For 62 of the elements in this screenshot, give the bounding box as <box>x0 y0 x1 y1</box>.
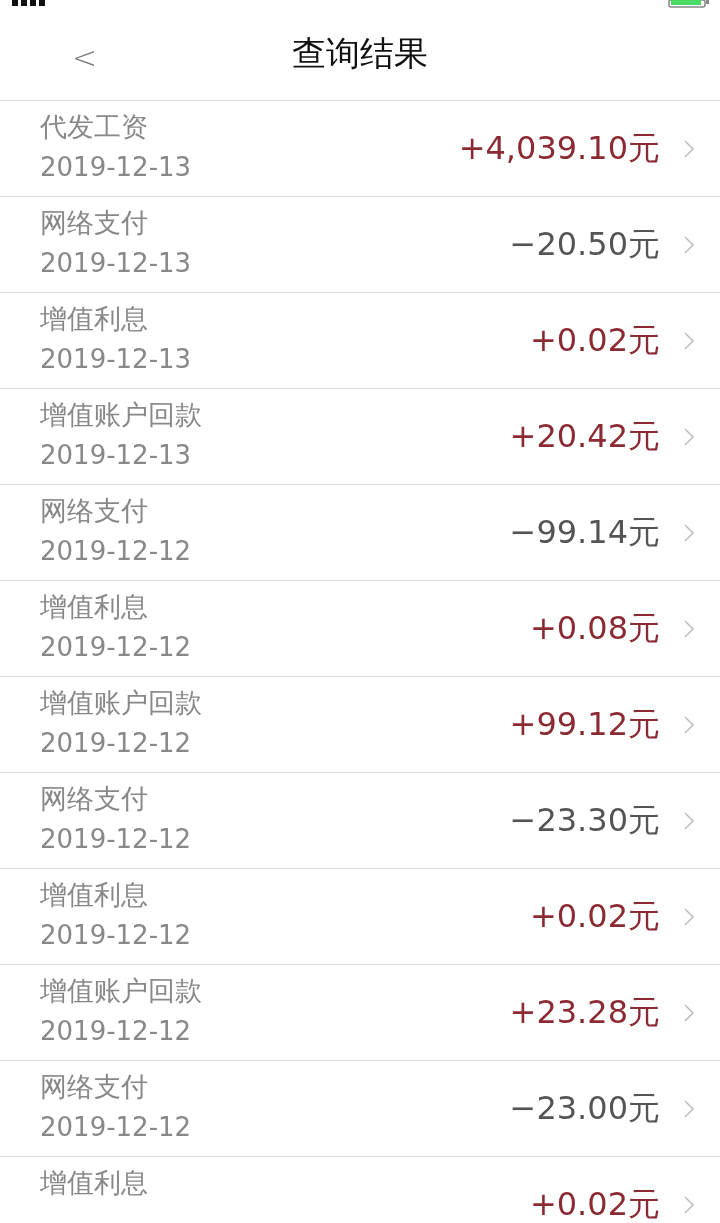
transaction-date: 2019-12-12 <box>40 1014 193 1047</box>
transaction-row[interactable]: 增值账户回款 2019-12-12 +23.28元 <box>0 965 720 1061</box>
transaction-amount: +99.12元 <box>509 703 660 745</box>
transaction-row[interactable]: 网络支付 2019-12-13 −20.50元 <box>0 197 720 293</box>
transaction-name: 增值账户回款 <box>40 974 203 1007</box>
transaction-row[interactable]: 代发工资 2019-12-13 +4,039.10元 <box>0 101 720 197</box>
transaction-date: 2019-12-12 <box>40 534 193 567</box>
transaction-amount: +0.08元 <box>529 607 660 649</box>
chevron-right-icon <box>684 1099 694 1118</box>
transaction-name: 网络支付 <box>40 494 149 527</box>
transaction-row[interactable]: 增值账户回款 2019-12-12 +99.12元 <box>0 677 720 773</box>
transaction-name: 增值利息 <box>40 302 149 335</box>
transaction-row[interactable]: 网络支付 2019-12-12 −99.14元 <box>0 485 720 581</box>
transaction-amount: −99.14元 <box>509 511 660 553</box>
transaction-date: 2019-12-13 <box>40 150 193 183</box>
transaction-row[interactable]: 网络支付 2019-12-12 −23.30元 <box>0 773 720 869</box>
chevron-right-icon <box>684 811 694 830</box>
chevron-right-icon <box>684 907 694 926</box>
chevron-right-icon <box>684 715 694 734</box>
transaction-name: 增值利息 <box>40 1166 149 1199</box>
transaction-name: 增值利息 <box>40 878 149 911</box>
transaction-amount: +0.02元 <box>529 1183 660 1223</box>
transaction-name: 增值账户回款 <box>40 398 203 431</box>
transaction-name: 增值利息 <box>40 590 149 623</box>
transaction-date: 2019-12-13 <box>40 438 193 471</box>
transaction-amount: −23.30元 <box>509 799 660 841</box>
transaction-date: 2019-12-12 <box>40 1110 193 1143</box>
transaction-date: 2019-12-13 <box>40 342 193 375</box>
transaction-date: 2019-12-12 <box>40 726 193 759</box>
transaction-row[interactable]: 网络支付 2019-12-12 −23.00元 <box>0 1061 720 1157</box>
transaction-row[interactable]: 增值利息 +0.02元 <box>0 1157 720 1223</box>
transaction-date: 2019-12-12 <box>40 918 193 951</box>
transaction-amount: −23.00元 <box>509 1087 660 1129</box>
transaction-date: 2019-12-12 <box>40 822 193 855</box>
transaction-name: 网络支付 <box>40 1070 149 1103</box>
transaction-date: 2019-12-12 <box>40 630 193 663</box>
transaction-amount: +23.28元 <box>509 991 660 1033</box>
transaction-amount: +0.02元 <box>529 319 660 361</box>
chevron-right-icon <box>684 1003 694 1022</box>
transaction-name: 代发工资 <box>40 110 149 143</box>
chevron-right-icon <box>684 331 694 350</box>
chevron-right-icon <box>684 139 694 158</box>
back-button[interactable]: < <box>68 40 102 75</box>
chevron-right-icon <box>684 235 694 254</box>
transaction-amount: −20.50元 <box>509 223 660 265</box>
transaction-row[interactable]: 增值利息 2019-12-12 +0.08元 <box>0 581 720 677</box>
chevron-right-icon <box>684 523 694 542</box>
transaction-date: 2019-12-13 <box>40 246 193 279</box>
transaction-amount: +0.02元 <box>529 895 660 937</box>
transaction-row[interactable]: 增值利息 2019-12-12 +0.02元 <box>0 869 720 965</box>
transaction-row[interactable]: 增值账户回款 2019-12-13 +20.42元 <box>0 389 720 485</box>
transaction-amount: +4,039.10元 <box>458 127 660 169</box>
battery-icon <box>668 0 710 8</box>
transaction-name: 增值账户回款 <box>40 686 203 719</box>
transaction-amount: +20.42元 <box>509 415 660 457</box>
chevron-right-icon <box>684 619 694 638</box>
transaction-row[interactable]: 增值利息 2019-12-13 +0.02元 <box>0 293 720 389</box>
transaction-name: 网络支付 <box>40 782 149 815</box>
transaction-name: 网络支付 <box>40 206 149 239</box>
page-title: 查询结果 <box>292 32 428 75</box>
chevron-right-icon <box>684 1195 694 1214</box>
chevron-right-icon <box>684 427 694 446</box>
